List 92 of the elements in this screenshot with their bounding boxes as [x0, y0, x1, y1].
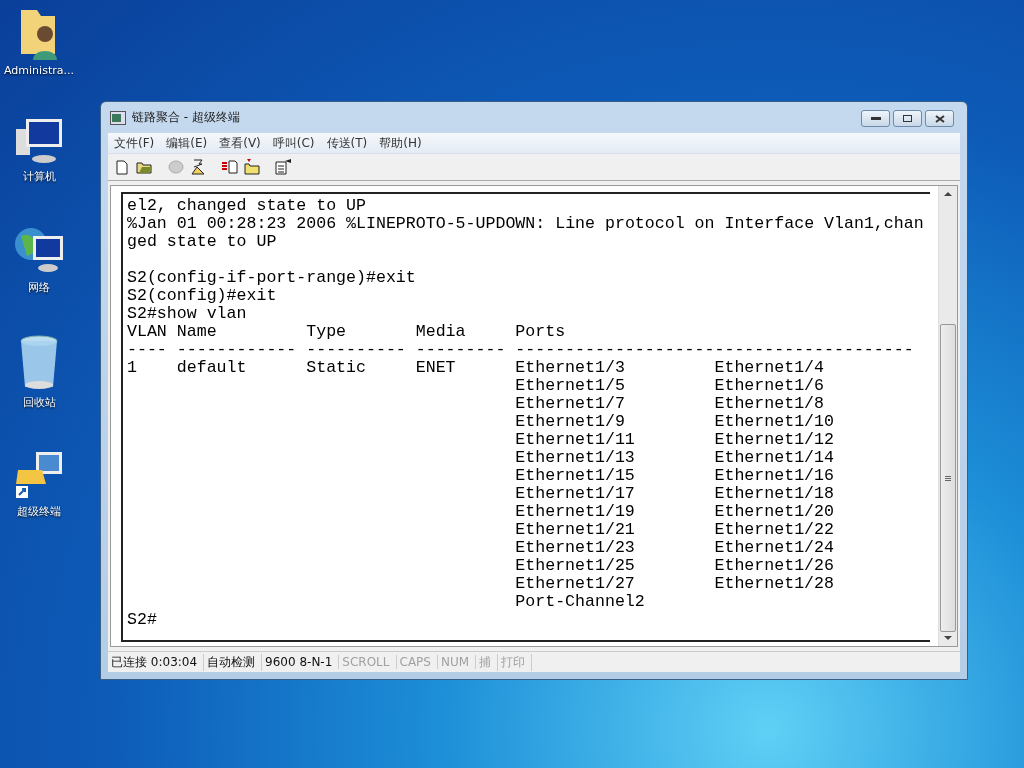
- menu-item[interactable]: 传送(T): [326, 134, 368, 152]
- table-cell-text: Ethernet1/20: [714, 503, 835, 521]
- table-cell-text: default: [176, 359, 248, 379]
- column-header: Media: [415, 323, 467, 341]
- phone-icon: [191, 159, 205, 175]
- table-cell-text: Ethernet1/19: [515, 503, 636, 521]
- recycle-bin-icon: [19, 335, 59, 391]
- table-cell-text: Ethernet1/8: [714, 395, 826, 413]
- close-button[interactable]: [925, 110, 954, 127]
- menu-item[interactable]: 帮助(H): [379, 134, 422, 152]
- column-header: Type: [306, 323, 348, 341]
- separator-text: ----------------------------------------: [515, 341, 914, 359]
- terminal-prompt: S2#: [127, 611, 158, 629]
- send-file-icon: [222, 160, 238, 174]
- table-cell-text: Ethernet1/27: [515, 575, 636, 593]
- separator-text: ----: [127, 341, 168, 359]
- table-cell-text: Ethernet1/16: [714, 467, 835, 485]
- scrollbar-thumb[interactable]: [940, 324, 956, 632]
- column-header: Ports: [515, 323, 567, 341]
- table-cell-text: Ethernet1/9: [515, 413, 626, 431]
- table-cell-text: Ethernet1/28: [714, 575, 835, 593]
- table-cell-text: Ethernet1/10: [714, 413, 835, 431]
- minimize-button[interactable]: [861, 110, 890, 127]
- table-cell-text: Ethernet1/15: [515, 467, 636, 485]
- table-cell-text: Ethernet1/21: [515, 521, 636, 539]
- separator-text: ----------: [306, 341, 407, 359]
- maximize-icon: [903, 115, 912, 122]
- table-cell-text: Ethernet1/22: [714, 521, 835, 539]
- table-cell-text: Static: [306, 359, 367, 379]
- terminal-line: S2(config)#exit: [127, 287, 278, 305]
- desktop-icon-label[interactable]: 超级终端: [17, 504, 61, 519]
- table-cell-text: Port-Channel2: [515, 593, 646, 611]
- computer-icon: [14, 117, 64, 165]
- desktop-icon-label[interactable]: Administra...: [4, 64, 74, 77]
- minimize-icon: [870, 116, 881, 121]
- table-cell-text: Ethernet1/13: [515, 449, 636, 467]
- terminal-line: el2, changed state to UP: [127, 197, 367, 215]
- column-header: VLAN: [127, 323, 168, 341]
- table-cell-text: Ethernet1/12: [714, 431, 835, 449]
- table-cell-text: Ethernet1/26: [714, 557, 835, 575]
- terminal-line: S2#show vlan: [127, 305, 248, 323]
- table-cell-text: 1: [127, 359, 138, 379]
- column-header: Name: [176, 323, 218, 341]
- table-cell-text: Ethernet1/23: [515, 539, 636, 557]
- table-cell-text: Ethernet1/6: [714, 377, 826, 395]
- status-item: 打印: [498, 653, 533, 671]
- menu-item[interactable]: 呼叫(C): [272, 134, 315, 152]
- status-item: 自动检测: [204, 653, 263, 671]
- close-icon: [934, 114, 945, 123]
- app-icon: [110, 110, 126, 125]
- toolbar-button[interactable]: [275, 158, 293, 176]
- status-item: 捕: [476, 653, 499, 671]
- menu-item[interactable]: 编辑(E): [166, 134, 208, 152]
- properties-icon: [275, 159, 293, 175]
- terminal-line: ged state to UP: [127, 233, 278, 251]
- toolbar-button[interactable]: [189, 158, 207, 176]
- table-cell-text: Ethernet1/14: [714, 449, 835, 467]
- menu-item[interactable]: 查看(V): [219, 134, 261, 152]
- grip-icon: [945, 475, 951, 481]
- table-cell-text: Ethernet1/24: [714, 539, 835, 557]
- separator-text: ---------: [415, 341, 507, 359]
- phone-terminal-icon: [14, 450, 64, 500]
- new-document-icon: [116, 159, 128, 175]
- scroll-down-icon: [944, 636, 952, 641]
- separator-text: ------------: [176, 341, 298, 359]
- open-folder-icon: [135, 160, 153, 174]
- menu-item[interactable]: 文件(F): [114, 134, 155, 152]
- desktop-icon-label[interactable]: 回收站: [22, 395, 56, 410]
- table-cell-text: Ethernet1/17: [515, 485, 636, 503]
- table-cell-text: Ethernet1/25: [515, 557, 636, 575]
- status-item: SCROLL: [339, 655, 397, 669]
- table-cell-text: Ethernet1/7: [515, 395, 626, 413]
- scroll-up-icon: [944, 191, 952, 196]
- table-cell-text: Ethernet1/18: [714, 485, 835, 503]
- table-cell-text: Ethernet1/5: [515, 377, 626, 395]
- status-item: CAPS: [396, 655, 438, 669]
- desktop-icon-label[interactable]: 计算机: [22, 169, 56, 184]
- receive-file-icon: [244, 159, 260, 175]
- table-cell-text: Ethernet1/3: [515, 359, 626, 377]
- window-title: 链路聚合 - 超级终端: [132, 109, 240, 126]
- terminal-line: S2(config-if-port-range)#exit: [127, 269, 417, 287]
- status-item: 9600 8-N-1: [262, 655, 340, 669]
- table-cell-text: Ethernet1/11: [515, 431, 636, 449]
- desktop-icon-label[interactable]: 网络: [28, 280, 50, 295]
- table-cell-text: Ethernet1/4: [714, 359, 826, 377]
- scrollbar[interactable]: [938, 186, 957, 646]
- phone-icon: [168, 160, 184, 174]
- status-item: 已连接 0:03:04: [108, 653, 205, 671]
- maximize-button[interactable]: [893, 110, 922, 127]
- terminal-line: %Jan 01 00:28:23 2006 %LINEPROTO-5-UPDOWN: Line protocol on Interface Vlan1,chan: [127, 215, 925, 233]
- table-cell-text: ENET: [415, 359, 457, 379]
- status-item: NUM: [437, 655, 477, 669]
